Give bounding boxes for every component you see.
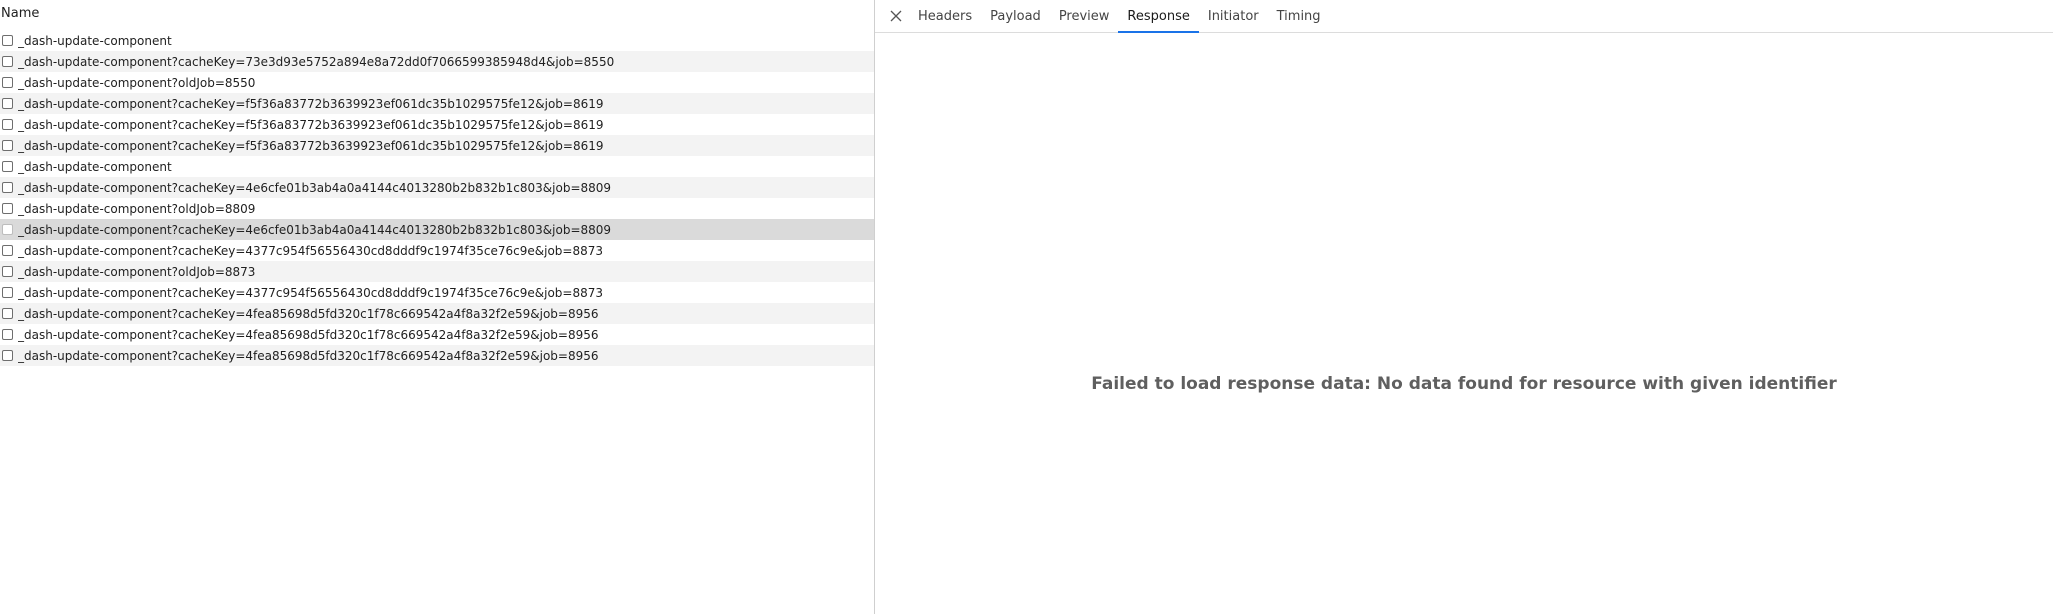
request-name: _dash-update-component?cacheKey=4377c954… — [18, 285, 604, 300]
tab-initiator[interactable]: Initiator — [1199, 0, 1268, 32]
detail-tabs: Headers Payload Preview Response Initiator Ti… — [909, 0, 1330, 33]
name-column-header[interactable]: Name — [0, 0, 874, 31]
request-checkbox[interactable] — [2, 35, 13, 46]
request-row[interactable]: _dash-update-component — [0, 156, 874, 177]
request-name: _dash-update-component?cacheKey=f5f36a83… — [18, 138, 604, 153]
request-row[interactable]: _dash-update-component?cacheKey=4377c954… — [0, 282, 874, 303]
request-checkbox[interactable] — [2, 224, 13, 235]
request-name: _dash-update-component?oldJob=8873 — [18, 264, 256, 279]
request-list-panel: Name _dash-update-component _dash-update-… — [0, 0, 875, 614]
close-icon — [890, 10, 902, 22]
request-checkbox[interactable] — [2, 119, 13, 130]
request-checkbox[interactable] — [2, 308, 13, 319]
request-list: _dash-update-component _dash-update-compo… — [0, 30, 874, 366]
request-checkbox[interactable] — [2, 77, 13, 88]
response-error-message: Failed to load response data: No data fo… — [1091, 374, 1837, 394]
request-row[interactable]: _dash-update-component?cacheKey=4fea8569… — [0, 303, 874, 324]
name-column-label: Name — [1, 6, 40, 21]
request-name: _dash-update-component?cacheKey=4e6cfe01… — [18, 222, 612, 237]
request-checkbox[interactable] — [2, 245, 13, 256]
tab-preview[interactable]: Preview — [1050, 0, 1119, 32]
request-name: _dash-update-component?cacheKey=f5f36a83… — [18, 96, 604, 111]
request-name: _dash-update-component?cacheKey=4377c954… — [18, 243, 604, 258]
request-row[interactable]: _dash-update-component?cacheKey=4fea8569… — [0, 324, 874, 345]
request-detail-panel: Headers Payload Preview Response Initiator Ti… — [875, 0, 2053, 614]
request-row[interactable]: _dash-update-component — [0, 30, 874, 51]
request-name: _dash-update-component?cacheKey=4fea8569… — [18, 327, 599, 342]
tab-payload[interactable]: Payload — [981, 0, 1050, 32]
request-checkbox[interactable] — [2, 350, 13, 361]
request-checkbox[interactable] — [2, 182, 13, 193]
request-checkbox[interactable] — [2, 98, 13, 109]
request-checkbox[interactable] — [2, 140, 13, 151]
request-row[interactable]: _dash-update-component?cacheKey=4e6cfe01… — [0, 177, 874, 198]
request-row[interactable]: _dash-update-component?oldJob=8873 — [0, 261, 874, 282]
request-name: _dash-update-component?cacheKey=4fea8569… — [18, 348, 599, 363]
request-name: _dash-update-component?oldJob=8550 — [18, 75, 256, 90]
request-row[interactable]: _dash-update-component?cacheKey=f5f36a83… — [0, 114, 874, 135]
devtools-network-panel: Name _dash-update-component _dash-update-… — [0, 0, 2053, 614]
request-name: _dash-update-component?cacheKey=4fea8569… — [18, 306, 599, 321]
request-row[interactable]: _dash-update-component?cacheKey=4fea8569… — [0, 345, 874, 366]
request-checkbox[interactable] — [2, 329, 13, 340]
request-row[interactable]: _dash-update-component?cacheKey=f5f36a83… — [0, 135, 874, 156]
tab-headers[interactable]: Headers — [909, 0, 981, 32]
request-checkbox[interactable] — [2, 56, 13, 67]
request-name: _dash-update-component?cacheKey=73e3d93e… — [18, 54, 615, 69]
request-row[interactable]: _dash-update-component?cacheKey=4e6cfe01… — [0, 219, 874, 240]
request-row[interactable]: _dash-update-component?oldJob=8809 — [0, 198, 874, 219]
request-row[interactable]: _dash-update-component?cacheKey=73e3d93e… — [0, 51, 874, 72]
request-row[interactable]: _dash-update-component?cacheKey=4377c954… — [0, 240, 874, 261]
tab-response[interactable]: Response — [1118, 0, 1200, 33]
request-name: _dash-update-component — [18, 159, 172, 174]
request-name: _dash-update-component — [18, 33, 172, 48]
close-button[interactable] — [883, 0, 909, 32]
request-checkbox[interactable] — [2, 203, 13, 214]
request-checkbox[interactable] — [2, 287, 13, 298]
request-name: _dash-update-component?cacheKey=4e6cfe01… — [18, 180, 612, 195]
request-row[interactable]: _dash-update-component?oldJob=8550 — [0, 72, 874, 93]
request-name: _dash-update-component?cacheKey=f5f36a83… — [18, 117, 604, 132]
request-name: _dash-update-component?oldJob=8809 — [18, 201, 256, 216]
request-checkbox[interactable] — [2, 266, 13, 277]
detail-tab-bar: Headers Payload Preview Response Initiator Ti… — [875, 0, 2053, 33]
tab-timing[interactable]: Timing — [1268, 0, 1330, 32]
request-row[interactable]: _dash-update-component?cacheKey=f5f36a83… — [0, 93, 874, 114]
request-checkbox[interactable] — [2, 161, 13, 172]
